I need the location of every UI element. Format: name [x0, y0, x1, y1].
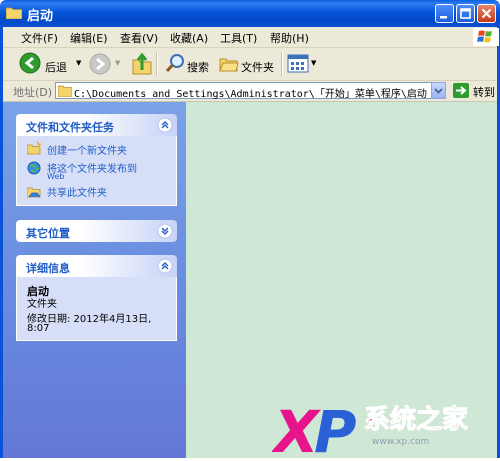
search-button[interactable]: 搜索 — [163, 50, 213, 77]
windows-logo-icon — [473, 28, 499, 46]
search-icon — [165, 54, 184, 73]
places-panel-header[interactable]: 其它位置 — [16, 220, 177, 242]
new-folder-icon — [27, 141, 41, 155]
folder-icon — [58, 85, 72, 97]
up-folder-button[interactable] — [131, 52, 153, 76]
toolbar-separator — [156, 52, 158, 76]
address-bar: 地址(D) C:\Documents and Settings\Administ… — [3, 81, 497, 102]
folder-icon — [6, 7, 22, 19]
places-panel-title: 其它位置 — [26, 227, 70, 240]
svg-text:www.xp.com: www.xp.com — [372, 437, 429, 447]
expand-icon[interactable] — [157, 223, 173, 239]
svg-text:P: P — [314, 398, 357, 458]
menu-file[interactable]: 文件(F) — [21, 30, 58, 46]
details-panel-title: 详细信息 — [26, 262, 70, 275]
close-button[interactable] — [477, 4, 496, 23]
task-new-folder[interactable]: 创建一个新文件夹 — [47, 142, 127, 157]
views-dropdown-icon[interactable]: ▼ — [311, 59, 316, 67]
menu-tools[interactable]: 工具(T) — [220, 30, 257, 46]
details-panel-header[interactable]: 详细信息 — [16, 255, 177, 277]
tasks-panel-header[interactable]: 文件和文件夹任务 — [16, 114, 177, 136]
minimize-button[interactable] — [435, 4, 454, 23]
go-label[interactable]: 转到 — [473, 84, 495, 100]
details-modified-time: 8:07 — [27, 323, 50, 334]
forward-button[interactable] — [89, 53, 111, 75]
menu-help[interactable]: 帮助(H) — [270, 30, 309, 46]
back-arrow-icon — [19, 52, 41, 74]
publish-web-icon — [27, 161, 41, 175]
menu-favorites[interactable]: 收藏(A) — [170, 30, 208, 46]
xp-logo-icon: X P 系统之家 www.xp.com — [271, 398, 469, 461]
address-label: 地址(D) — [13, 86, 53, 99]
address-path: C:\Documents and Settings\Administrator\… — [74, 89, 427, 100]
window-title: 启动 — [27, 9, 54, 24]
tasks-panel-body: 创建一个新文件夹 将这个文件夹发布到 Web 共享此文件夹 — [16, 136, 177, 206]
menu-bar: 文件(F) 编辑(E) 查看(V) 收藏(A) 工具(T) 帮助(H) — [3, 27, 499, 48]
back-label: 后退 — [45, 61, 67, 74]
menu-view[interactable]: 查看(V) — [120, 30, 158, 46]
close-icon — [481, 8, 492, 19]
task-share-folder[interactable]: 共享此文件夹 — [47, 184, 107, 199]
go-button[interactable] — [453, 82, 469, 99]
maximize-icon — [460, 8, 471, 19]
collapse-icon[interactable] — [157, 117, 173, 133]
task-publish-web-suffix[interactable]: Web — [47, 172, 64, 181]
details-type: 文件夹 — [27, 299, 57, 310]
toolbar-separator — [281, 52, 283, 76]
folders-label: 文件夹 — [241, 61, 274, 74]
toolbar: 后退 ▼ ▼ 搜索 文件夹 ▼ — [3, 48, 497, 81]
site-watermark: X P 系统之家 www.xp.com — [271, 396, 497, 461]
folders-button[interactable]: 文件夹 — [217, 50, 277, 77]
address-input[interactable]: C:\Documents and Settings\Administrator\… — [55, 82, 443, 100]
details-panel-body: 启动 文件夹 修改日期: 2012年4月13日, 8:07 — [16, 277, 177, 341]
folders-icon — [219, 58, 239, 72]
search-label: 搜索 — [187, 61, 209, 74]
address-dropdown-button[interactable] — [431, 82, 446, 99]
share-folder-icon — [27, 187, 41, 198]
maximize-button[interactable] — [456, 4, 475, 23]
forward-dropdown-icon[interactable]: ▼ — [115, 59, 120, 67]
title-bar[interactable] — [0, 0, 500, 27]
tasks-panel-title: 文件和文件夹任务 — [26, 121, 114, 134]
collapse-icon[interactable] — [157, 258, 173, 274]
menu-edit[interactable]: 编辑(E) — [70, 30, 108, 46]
minimize-icon — [440, 16, 447, 19]
chevron-down-icon — [434, 88, 443, 94]
back-button[interactable]: 后退 — [7, 50, 75, 77]
views-button[interactable] — [287, 54, 309, 73]
back-dropdown-icon[interactable]: ▼ — [76, 59, 81, 67]
task-pane: 文件和文件夹任务 创建一个新文件夹 将这个文件夹发布到 Web 共享此文件夹 其… — [3, 102, 186, 458]
svg-text:系统之家: 系统之家 — [364, 404, 468, 435]
